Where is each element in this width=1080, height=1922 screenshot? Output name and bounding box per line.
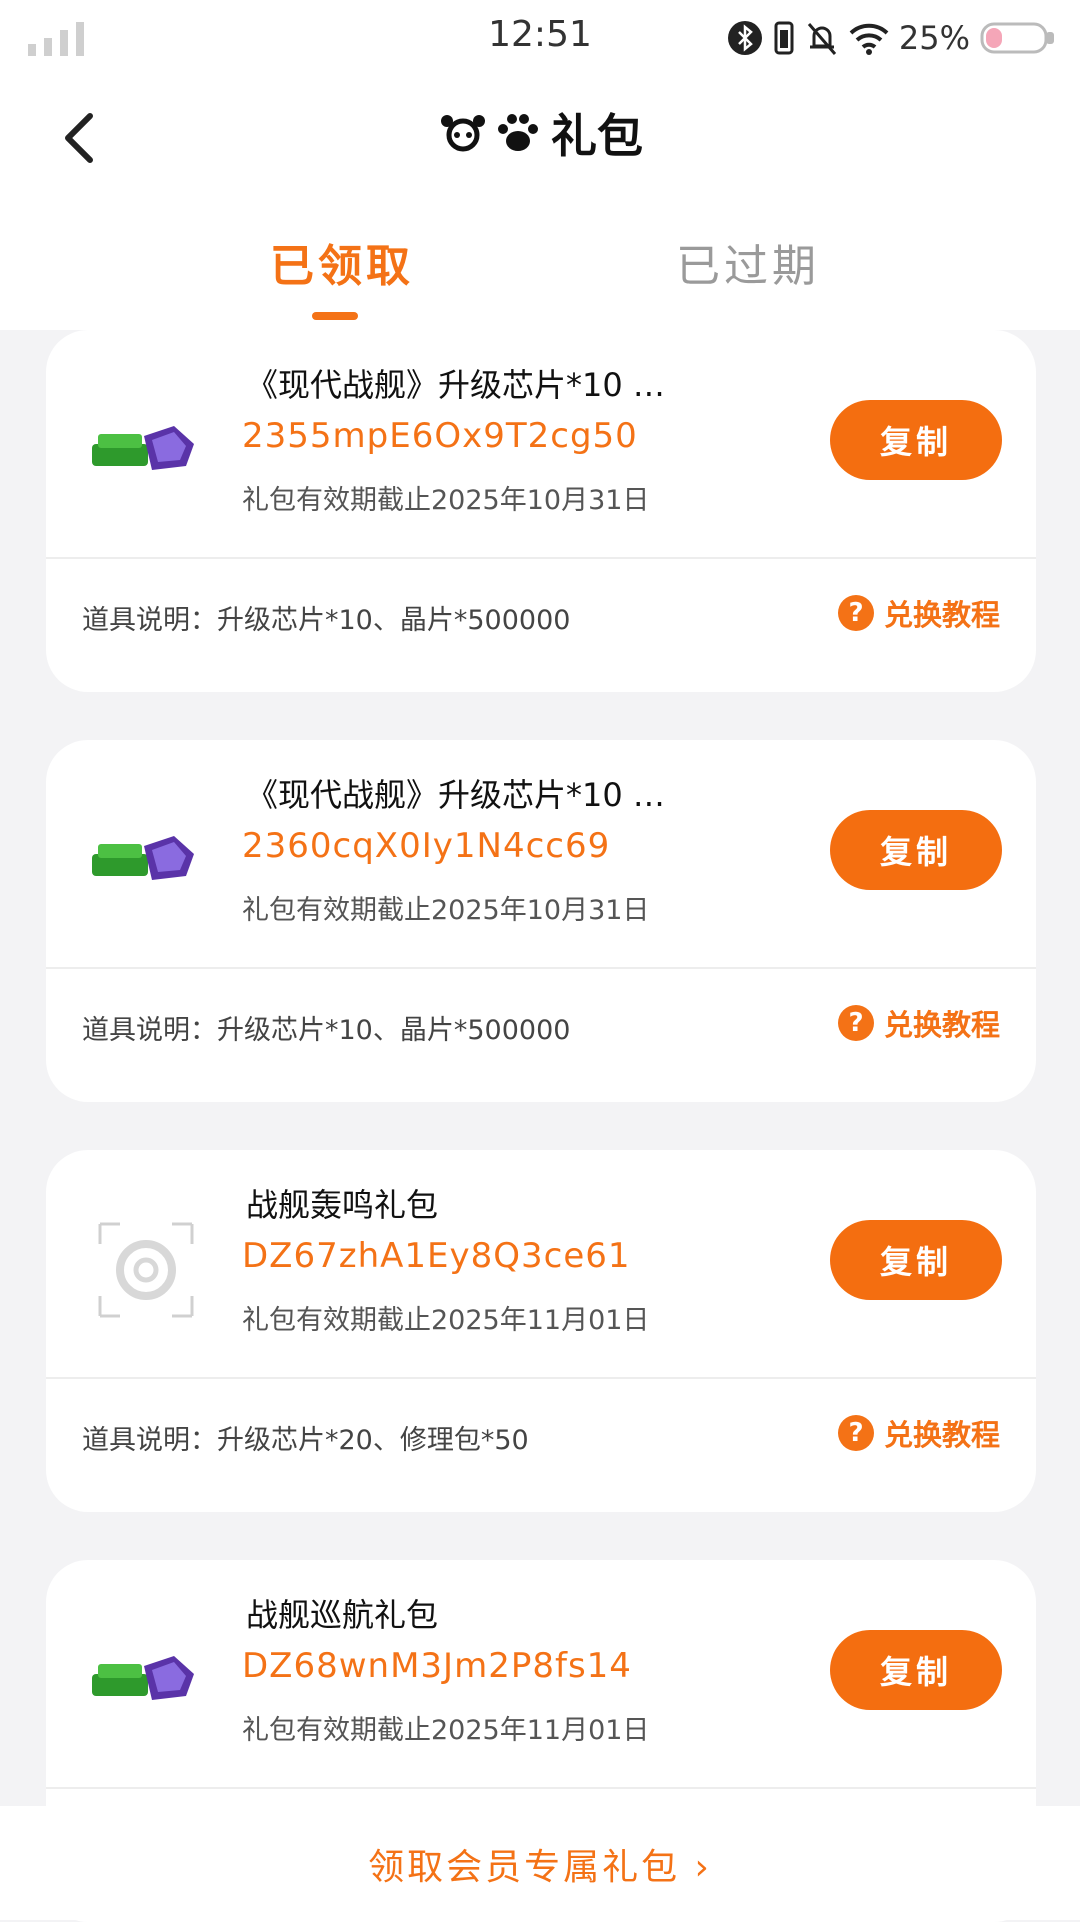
divider <box>46 1377 1036 1379</box>
gift-name: 《现代战舰》升级芯片*10 … <box>246 366 665 404</box>
gift-code: DZ68wnM3Jm2P8fs14 <box>242 1646 632 1686</box>
gift-card: 战舰轰鸣礼包 DZ67zhA1Ey8Q3ce61 礼包有效期截止2025年11月… <box>46 1150 1036 1512</box>
divider <box>46 967 1036 969</box>
gift-expiry: 礼包有效期截止2025年11月01日 <box>242 1715 650 1746</box>
copy-button[interactable]: 复制 <box>830 810 1002 890</box>
tab-indicator <box>312 312 358 320</box>
gift-expiry: 礼包有效期截止2025年10月31日 <box>242 485 650 516</box>
gems-icon <box>92 836 194 880</box>
gems-icon <box>92 1656 194 1700</box>
gift-code: 2355mpE6Ox9T2cg50 <box>242 416 638 456</box>
page-title: 礼包 <box>551 109 643 163</box>
gems-icon <box>92 426 194 470</box>
tab-expired[interactable]: 已过期 <box>676 230 820 294</box>
gift-description: 道具说明：升级芯片*10、晶片*500000 <box>82 605 571 636</box>
battery-percent: 25% <box>898 19 970 57</box>
bluetooth-icon <box>727 21 762 55</box>
question-icon: ? <box>837 1415 874 1451</box>
gift-name: 《现代战舰》升级芯片*10 … <box>246 776 665 814</box>
gift-description: 道具说明：升级芯片*20、修理包*50 <box>82 1425 529 1456</box>
member-gift-link[interactable]: 领取会员专属礼包 › <box>0 1838 1080 1890</box>
divider <box>46 1787 1036 1789</box>
copy-button[interactable]: 复制 <box>830 400 1002 480</box>
redeem-tutorial-link[interactable]: ? 兑换教程 <box>837 1002 1000 1044</box>
header: 礼包 <box>0 80 1080 190</box>
status-bar: 12:51 25% <box>0 0 1080 80</box>
tutorial-label: 兑换教程 <box>883 1418 1000 1452</box>
battery-icon <box>980 22 1054 54</box>
gift-expiry: 礼包有效期截止2025年11月01日 <box>242 1305 650 1336</box>
gift-description: 道具说明：升级芯片*10、晶片*500000 <box>82 1015 571 1046</box>
gift-name: 战舰轰鸣礼包 <box>246 1186 439 1224</box>
gift-name: 战舰巡航礼包 <box>246 1596 439 1634</box>
gift-code: 2360cqX0Iy1N4cc69 <box>242 826 611 866</box>
redeem-tutorial-link[interactable]: ? 兑换教程 <box>837 592 1000 634</box>
copy-button[interactable]: 复制 <box>830 1220 1002 1300</box>
vibrate-icon <box>774 21 794 55</box>
tutorial-label: 兑换教程 <box>883 1008 1000 1042</box>
divider <box>46 557 1036 559</box>
tab-claimed[interactable]: 已领取 <box>270 230 414 294</box>
copy-button[interactable]: 复制 <box>830 1630 1002 1710</box>
app-logo-icon <box>437 111 541 155</box>
tutorial-label: 兑换教程 <box>883 598 1000 632</box>
question-icon: ? <box>837 595 874 631</box>
placeholder-icon <box>98 1222 194 1318</box>
mute-bell-icon <box>807 23 837 55</box>
question-icon: ? <box>837 1005 874 1041</box>
gift-card: 《现代战舰》升级芯片*10 … 2360cqX0Iy1N4cc69 礼包有效期截… <box>46 740 1036 1102</box>
gift-card: 《现代战舰》升级芯片*10 … 2355mpE6Ox9T2cg50 礼包有效期截… <box>46 330 1036 692</box>
gift-code: DZ67zhA1Ey8Q3ce61 <box>242 1236 631 1276</box>
redeem-tutorial-link[interactable]: ? 兑换教程 <box>837 1412 1000 1454</box>
bottom-bar: 领取会员专属礼包 › <box>0 1806 1080 1920</box>
wifi-icon <box>849 23 889 55</box>
tab-bar: 已领取 已过期 <box>0 230 1080 330</box>
gift-expiry: 礼包有效期截止2025年10月31日 <box>242 895 650 926</box>
